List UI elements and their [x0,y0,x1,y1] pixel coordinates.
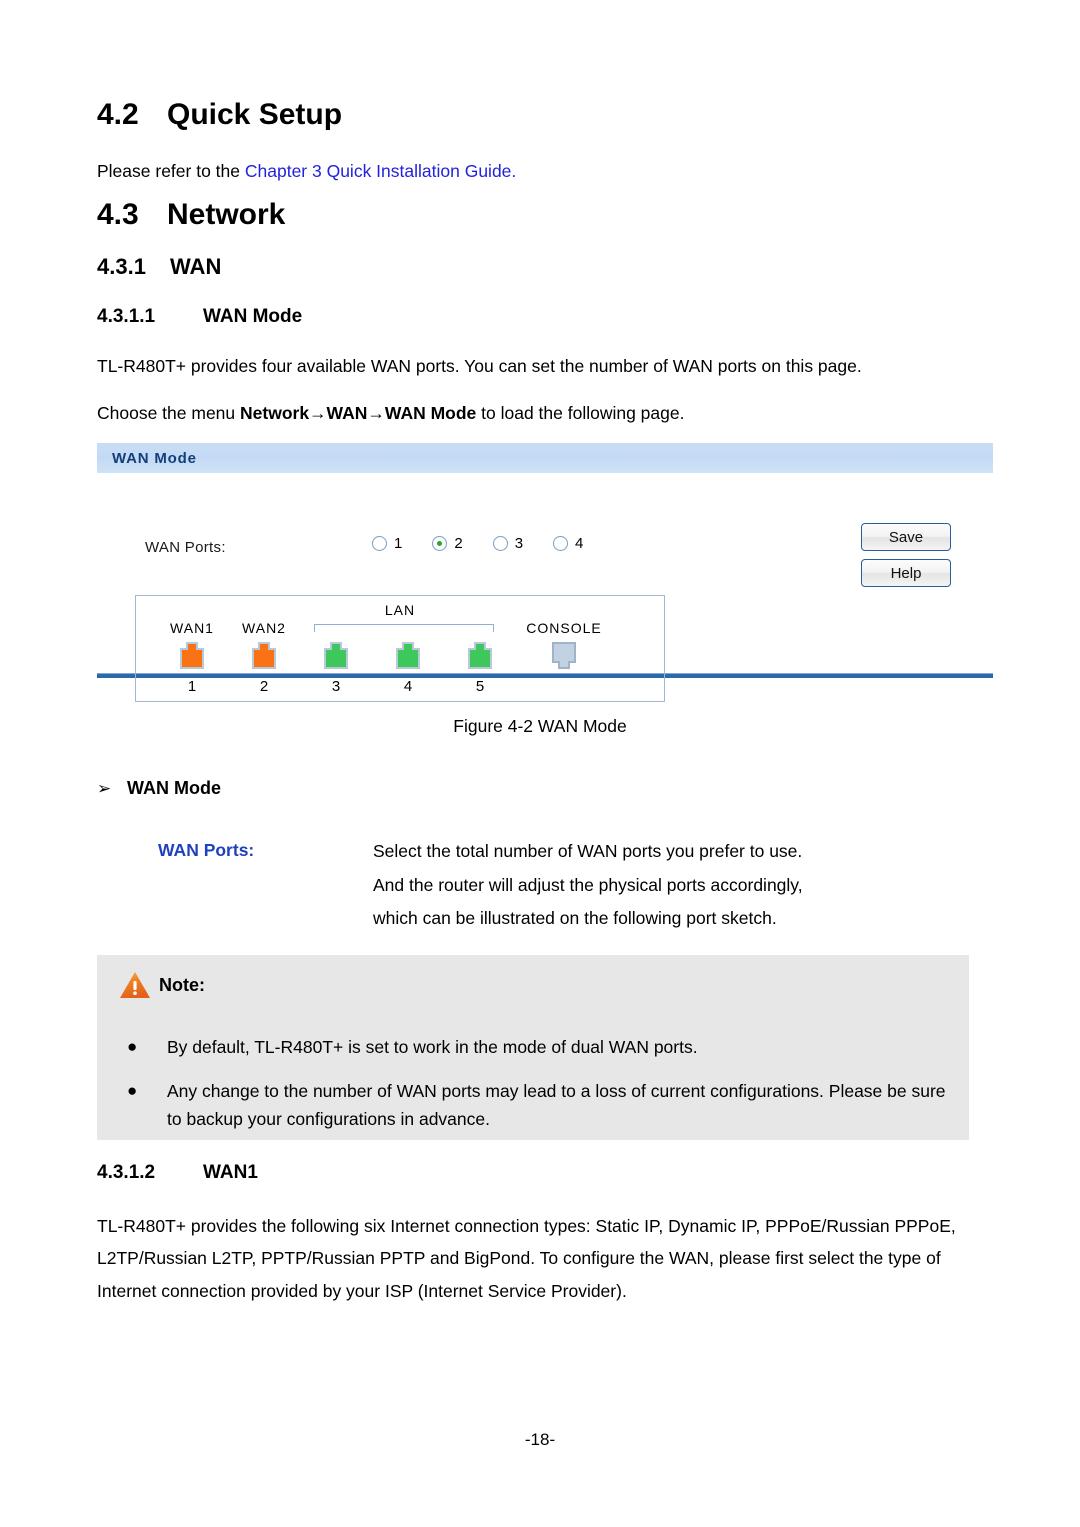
port-wan2-number: 2 [259,678,269,695]
arrow-bullet-icon: ➢ [97,779,112,798]
port-wan2: WAN2 2 [228,620,300,695]
port-lan3-number: 3 [331,678,341,695]
port-lan5: 5 [444,620,516,695]
panel-header: WAN Mode [97,443,993,473]
link-quick-installation-guide[interactable]: Chapter 3 Quick Installation Guide [245,161,512,181]
note-item-text: Any change to the number of WAN ports ma… [167,1081,946,1129]
definition-heading: ➢ WAN Mode [97,778,221,799]
port-wan1-name: WAN1 [170,620,214,636]
paragraph-wan-mode-1: TL-R480T+ provides four available WAN po… [97,356,862,376]
radio-option-1[interactable]: 1 [372,535,402,552]
note-item: ● By default, TL-R480T+ is set to work i… [119,1033,959,1061]
definition-description: Select the total number of WAN ports you… [373,840,973,941]
heading-quick-setup-number: 4.2 [97,98,139,131]
panel-header-title: WAN Mode [112,449,197,467]
port-lan3: 3 [300,620,372,695]
port-wan1: WAN1 1 [156,620,228,695]
port-lan5-name [444,620,516,638]
panel-action-buttons: Save Help [861,523,951,595]
radio-option-3[interactable]: 3 [492,535,524,552]
rj45-port-icon [180,642,204,669]
radio-label-1: 1 [394,535,403,552]
definition-line-3: which can be illustrated on the followin… [373,908,777,929]
rj45-port-icon [324,642,348,669]
rj45-port-icon [468,642,492,669]
heading-wan-mode-number: 4.3.1.1 [97,306,156,327]
port-sketch: LAN WAN1 1 WAN2 2 3 4 5 CONSOLE [135,595,665,702]
paragraph-quick-setup-prefix: Please refer to the [97,161,245,181]
heading-wan1: 4.3.1.2 WAN1 [97,1162,969,1184]
save-button[interactable]: Save [861,523,951,551]
radio-circle-icon-3[interactable] [492,536,508,551]
note-header: Note: [119,971,205,1000]
definition-term-wan-ports: WAN Ports: [158,840,255,860]
note-label: Note: [159,975,205,995]
radio-circle-icon-2[interactable] [432,536,448,551]
radio-label-3: 3 [514,535,524,552]
radio-circle-icon-1[interactable] [372,536,387,551]
menu-path: Network→WAN→WAN Mode [240,403,477,423]
port-wan1-number: 1 [187,678,197,695]
port-lan4-number: 4 [403,678,413,695]
definition-line-1: Select the total number of WAN ports you… [373,841,803,861]
radio-option-4[interactable]: 4 [553,535,583,552]
console-port-icon [552,642,576,669]
page-footer: -18- [0,1430,1080,1450]
paragraph-wan-mode-2-suffix: to load the following page. [476,403,685,423]
radio-label-4: 4 [575,535,584,552]
paragraph-quick-setup-suffix: . [511,161,517,181]
heading-wan1-number: 4.3.1.2 [97,1162,156,1183]
note-item-text: By default, TL-R480T+ is set to work in … [167,1037,698,1057]
note-box: Note: ● By default, TL-R480T+ is set to … [97,955,969,1140]
paragraph-wan1: TL-R480T+ provides the following six Int… [97,1216,956,1301]
port-list: WAN1 1 WAN2 2 3 4 5 CONSOLE [156,620,612,695]
port-lan3-name [300,620,372,638]
port-lan4-name [372,620,444,638]
heading-network-number: 4.3 [97,198,139,231]
figure-caption: Figure 4-2 WAN Mode [453,716,627,736]
radio-label-2: 2 [454,535,463,552]
paragraph-quick-setup: Please refer to the Chapter 3 Quick Inst… [97,160,969,184]
panel-body: WAN Ports: 1 2 3 4 Save Help LAN WAN1 1 … [97,473,993,702]
lan-group-label: LAN [384,602,416,618]
rj45-port-icon [396,642,420,669]
heading-wan-mode: 4.3.1.1 WAN Mode [97,306,969,328]
note-item: ● Any change to the number of WAN ports … [119,1077,959,1133]
bullet-icon: ● [127,1081,138,1100]
definition-line-2: And the router will adjust the physical … [373,874,803,895]
heading-wan: 4.3.1 WAN [97,254,969,279]
rj45-port-icon [252,642,276,669]
warning-triangle-icon [120,972,150,998]
wan-ports-label: WAN Ports: [145,539,226,556]
wan-mode-panel: WAN Mode WAN Ports: 1 2 3 4 Save Help LA… [97,443,993,702]
paragraph-wan-mode-2-prefix: Choose the menu [97,403,241,423]
definition-heading-label: WAN Mode [127,778,221,798]
radio-option-2[interactable]: 2 [432,535,463,552]
heading-wan1-title: WAN1 [203,1162,258,1183]
heading-network: 4.3 Network [97,198,969,231]
heading-wan-number: 4.3.1 [97,254,146,279]
port-wan2-name: WAN2 [242,620,286,636]
help-button[interactable]: Help [861,559,951,587]
port-lan5-number: 5 [475,678,485,695]
port-console: CONSOLE [516,620,612,695]
bullet-icon: ● [127,1037,138,1056]
heading-quick-setup-title: Quick Setup [167,98,343,131]
heading-quick-setup: 4.2 Quick Setup [97,98,969,131]
port-lan4: 4 [372,620,444,695]
port-console-name: CONSOLE [526,620,602,636]
document-page: 4.2 Quick Setup Please refer to the Chapt… [0,0,1080,1527]
wan-ports-radio-group[interactable]: 1 2 3 4 [372,535,613,552]
heading-wan-title: WAN [170,254,222,279]
heading-wan-mode-title: WAN Mode [203,306,303,327]
radio-circle-icon-4[interactable] [553,536,569,551]
note-items: ● By default, TL-R480T+ is set to work i… [119,1033,959,1149]
paragraph-wan-mode-2: Choose the menu Network→WAN→WAN Mode to … [97,402,969,426]
page-number: -18- [524,1430,556,1449]
heading-network-title: Network [167,198,286,231]
